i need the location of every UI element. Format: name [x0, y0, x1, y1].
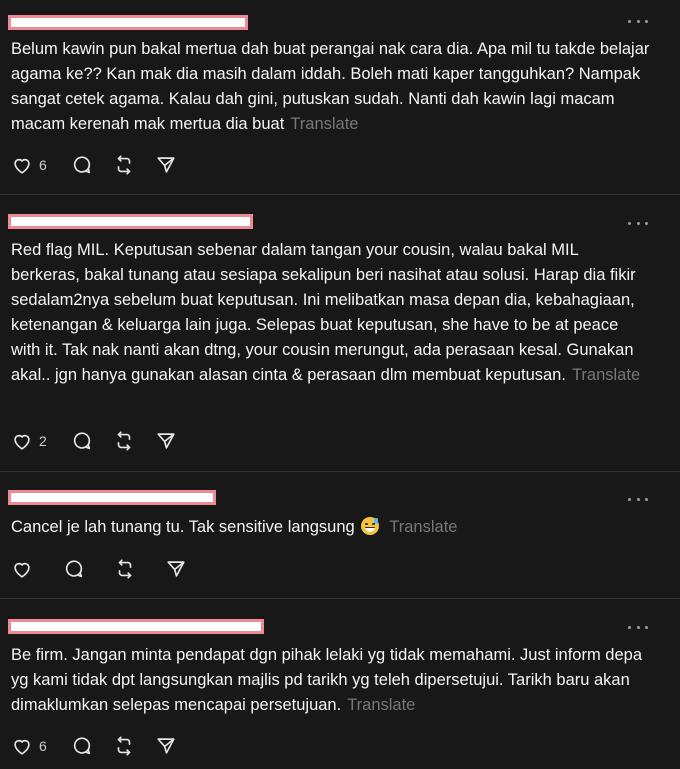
action-bar: 6	[11, 153, 197, 177]
share-button[interactable]	[155, 154, 177, 176]
repost-icon	[118, 559, 132, 579]
like-count: 2	[39, 433, 47, 449]
like-button[interactable]	[11, 558, 33, 580]
reply-button[interactable]	[71, 430, 93, 452]
action-bar: 2	[11, 429, 197, 453]
more-options-button[interactable]	[628, 220, 648, 226]
comment-bubble-icon	[65, 560, 83, 578]
heart-icon	[14, 562, 30, 578]
post-text: Belum kawin pun bakal mertua dah buat pe…	[11, 37, 651, 137]
repost-button[interactable]	[113, 154, 135, 176]
post-body: Red flag MIL. Keputusan sebenar dalam ta…	[11, 241, 636, 384]
send-icon	[157, 738, 175, 754]
comment-bubble-icon	[73, 737, 90, 755]
redacted-username	[8, 15, 248, 30]
divider	[0, 598, 680, 599]
post-body: Cancel je lah tunang tu. Tak sensitive l…	[11, 518, 355, 536]
send-icon	[167, 561, 185, 577]
repost-button[interactable]	[113, 430, 135, 452]
send-icon	[157, 433, 175, 449]
post-text: Red flag MIL. Keputusan sebenar dalam ta…	[11, 238, 651, 388]
heart-icon	[14, 739, 30, 755]
repost-button[interactable]	[113, 735, 135, 757]
send-icon	[157, 157, 175, 173]
more-options-button[interactable]	[628, 624, 648, 630]
action-bar: 6	[11, 734, 197, 758]
action-bar	[11, 557, 207, 581]
heart-icon	[14, 434, 30, 450]
more-options-button[interactable]	[628, 496, 648, 502]
redacted-username	[8, 214, 253, 229]
redacted-username	[8, 619, 264, 634]
like-button[interactable]: 6	[11, 154, 51, 176]
reply-button[interactable]	[71, 735, 93, 757]
translate-link[interactable]: Translate	[389, 518, 457, 536]
divider	[0, 471, 680, 472]
grinning-face-with-sweat-icon	[361, 517, 380, 535]
reply-button[interactable]	[71, 154, 93, 176]
share-button[interactable]	[155, 430, 177, 452]
translate-link[interactable]: Translate	[347, 696, 415, 714]
reply-button[interactable]	[63, 558, 85, 580]
like-button[interactable]: 2	[11, 430, 51, 452]
comment-bubble-icon	[73, 432, 90, 450]
repost-icon	[117, 155, 131, 175]
translate-link[interactable]: Translate	[290, 115, 358, 133]
more-options-button[interactable]	[628, 18, 648, 24]
post-text: Be firm. Jangan minta pendapat dgn pihak…	[11, 643, 651, 718]
share-button[interactable]	[155, 735, 177, 757]
like-count: 6	[39, 738, 47, 754]
comment-bubble-icon	[73, 156, 90, 174]
repost-button[interactable]	[114, 558, 136, 580]
post-body: Be firm. Jangan minta pendapat dgn pihak…	[11, 646, 643, 714]
repost-icon	[117, 736, 131, 756]
translate-link[interactable]: Translate	[572, 366, 640, 384]
divider	[0, 194, 680, 195]
repost-icon	[117, 431, 131, 451]
share-button[interactable]	[165, 558, 187, 580]
post-text: Cancel je lah tunang tu. Tak sensitive l…	[11, 515, 651, 540]
like-button[interactable]: 6	[11, 735, 51, 757]
heart-icon	[14, 158, 30, 174]
like-count: 6	[39, 157, 47, 173]
redacted-username	[8, 490, 216, 505]
